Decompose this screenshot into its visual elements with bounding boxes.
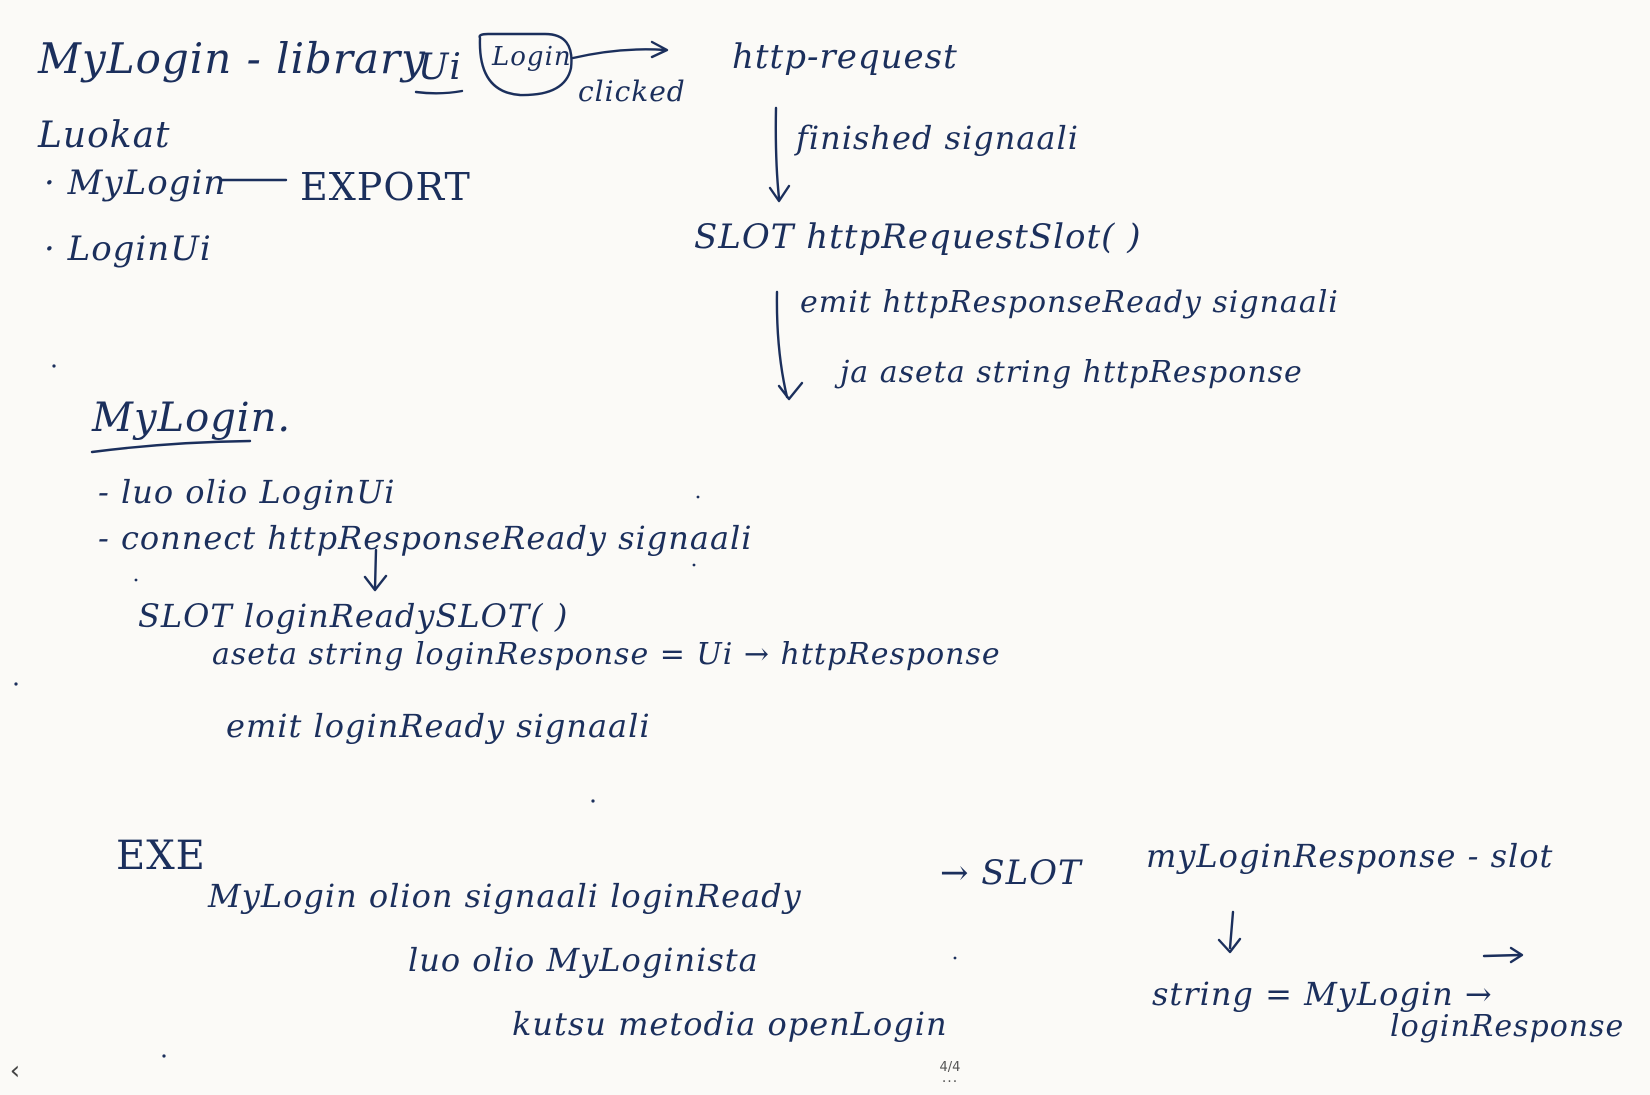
login-button: Login [492,42,572,72]
login-response-label: loginResponse [1390,1009,1625,1044]
ui-label: Ui [418,47,462,88]
mylogin-heading: MyLogin. [92,395,292,441]
create-loginui-object: - luo olio LoginUi [98,473,396,511]
connect-signal-line: - connect httpResponseReady signaali [98,519,753,557]
page-indicator: 4/4 [939,1060,961,1075]
finished-signal-label: finished signaali [796,119,1079,157]
slot-http-request: SLOT httpRequestSlot( ) [694,217,1142,257]
clicked-label: clicked [578,75,686,108]
mylogin-underline [90,439,252,454]
mylogin-arrow-line [1482,953,1522,958]
more-options-icon[interactable]: ··· [925,1074,975,1090]
exe-signal-line: MyLogin olion signaali loginReady [208,877,802,915]
whiteboard-canvas: MyLogin - library Ui Login clicked Luoka… [0,0,1650,1095]
export-label: EXPORT [300,165,471,209]
class-mylogin: · MyLogin [44,163,227,203]
library-title: MyLogin - library [38,34,426,83]
emit-arrow-line [775,290,789,399]
classes-heading: Luokat [38,115,171,156]
set-login-response-string: aseta string loginResponse = Ui → httpRe… [212,637,1001,672]
ui-underline [414,89,464,95]
emit-http-response: emit httpResponseReady signaali [800,285,1339,320]
emit-arrow-head [777,381,804,401]
set-http-response-string: ja aseta string httpResponse [840,355,1303,390]
call-openlogin: kutsu metodia openLogin [512,1005,948,1043]
exe-heading: EXE [116,833,206,879]
slot-login-ready: SLOT loginReadySLOT( ) [138,597,569,635]
class-loginui: · LoginUi [44,229,212,269]
exe-slot-name: myLoginResponse - slot [1146,837,1554,875]
string-assign: string = MyLogin → [1152,975,1493,1013]
http-request-label: http-request [732,37,958,77]
create-mylogin-instance: luo olio MyLoginista [408,941,759,979]
finished-arrow-line [774,106,781,200]
exe-slot-arrow: → SLOT [940,853,1082,893]
previous-page-icon[interactable]: ‹ [4,1056,26,1086]
response-arrow-line [1228,910,1235,950]
emit-login-ready: emit loginReady signaali [226,707,651,745]
